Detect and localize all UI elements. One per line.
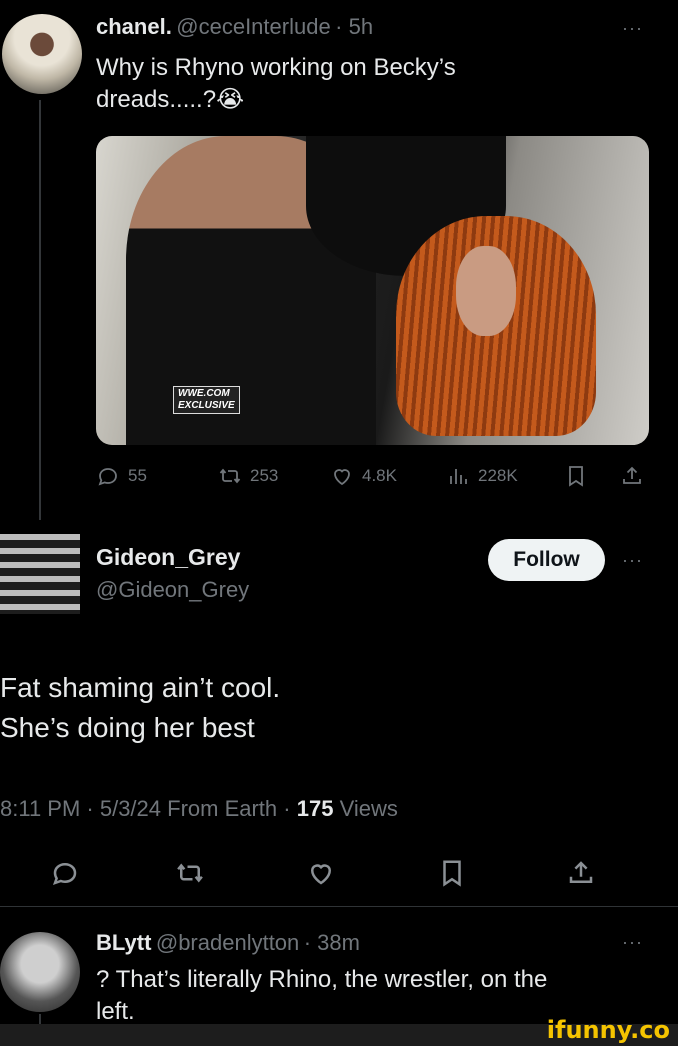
tweet2-meta-time: 8:11 PM · 5/3/24 From Earth · xyxy=(0,796,291,821)
tweet1-text: Why is Rhyno working on Becky’s dreads..… xyxy=(96,52,456,116)
tweet2-name[interactable]: Gideon_Grey xyxy=(96,544,249,571)
reply-icon xyxy=(52,862,77,886)
tweet2-meta: 8:11 PM · 5/3/24 From Earth · 175 Views xyxy=(0,796,398,822)
avatar-chanel[interactable] xyxy=(2,14,82,94)
tweet1-name[interactable]: chanel. xyxy=(96,14,172,39)
views-icon xyxy=(450,469,467,484)
tweet2-text-line2: She’s doing her best xyxy=(0,712,255,743)
tweet2-header: Gideon_Grey @Gideon_Grey xyxy=(96,544,249,603)
share-icon xyxy=(623,466,641,484)
bookmark-icon xyxy=(569,466,583,487)
tweet2-text: Fat shaming ain’t cool. She’s doing her … xyxy=(0,668,280,748)
follow-button[interactable]: Follow xyxy=(488,539,605,581)
tweet3-text-line1: ? That’s literally Rhino, the wrestler, … xyxy=(96,966,548,993)
tweet3-name[interactable]: BLytt xyxy=(96,930,151,955)
photo-badge: WWE.COM EXCLUSIVE xyxy=(173,386,240,414)
tweet2-more-button[interactable]: ··· xyxy=(622,550,643,571)
tweet1-photo[interactable]: WWE.COM EXCLUSIVE xyxy=(96,136,649,445)
tweet2-meta-views-count: 175 xyxy=(296,796,334,821)
like-icon xyxy=(310,864,332,885)
tweet1-reposts-count: 253 xyxy=(250,466,279,485)
avatar-gideon-grey[interactable] xyxy=(0,534,80,614)
tweet1-time[interactable]: · 5h xyxy=(335,14,373,39)
share-icon xyxy=(569,861,593,883)
photo-face xyxy=(456,246,516,336)
tweet1-handle[interactable]: @ceceInterlude xyxy=(176,14,330,39)
tweet2-bookmark-button[interactable] xyxy=(437,858,467,888)
tweet2-text-line1: Fat shaming ain’t cool. xyxy=(0,672,281,703)
tweet2-reply-button[interactable] xyxy=(50,858,80,888)
tweet1-repost-button[interactable]: 253 xyxy=(218,464,278,488)
reply-divider xyxy=(0,906,678,907)
tweet1-replies-count: 55 xyxy=(128,466,147,485)
tweet3-handle[interactable]: @bradenlytton xyxy=(156,930,299,955)
thread-line xyxy=(39,100,41,520)
like-icon xyxy=(334,469,350,486)
tweet2-handle[interactable]: @Gideon_Grey xyxy=(96,577,249,603)
tweet1-text-line2: dreads.....?😭 xyxy=(96,86,245,113)
photo-badge-line2: EXCLUSIVE xyxy=(178,400,235,411)
tweet2-like-button[interactable] xyxy=(306,858,336,888)
tweet3-time[interactable]: · 38m xyxy=(304,930,360,955)
tweet1-share-button[interactable] xyxy=(620,464,644,488)
ifunny-watermark: ifunny.co xyxy=(546,1016,670,1044)
tweet1-more-button[interactable]: ··· xyxy=(622,18,643,39)
tweet1-header: chanel. @ceceInterlude · 5h xyxy=(96,14,373,40)
tweet1-views-button[interactable]: 228K xyxy=(446,464,518,488)
tweet2-share-button[interactable] xyxy=(566,858,596,888)
reply-icon xyxy=(98,468,117,486)
tweet1-likes-count: 4.8K xyxy=(362,466,397,485)
avatar-blytt[interactable] xyxy=(0,932,80,1012)
tweet3-header: BLytt @bradenlytton · 38m xyxy=(96,930,360,956)
tweet1-like-button[interactable]: 4.8K xyxy=(330,464,397,488)
tweet3-more-button[interactable]: ··· xyxy=(622,932,643,953)
thread-line-reply xyxy=(39,1014,41,1024)
tweet1-views-count: 228K xyxy=(478,466,518,485)
tweet3-text: ? That’s literally Rhino, the wrestler, … xyxy=(96,964,547,1028)
tweet1-text-line1: Why is Rhyno working on Becky’s xyxy=(96,54,456,81)
tweet1-reply-button[interactable]: 55 xyxy=(96,464,147,488)
tweet2-repost-button[interactable] xyxy=(175,858,205,888)
tweet2-meta-views-label: Views xyxy=(339,796,398,821)
bookmark-icon xyxy=(443,860,461,887)
repost-icon xyxy=(177,863,203,883)
tweet1-bookmark-button[interactable] xyxy=(564,464,588,488)
photo-badge-line1: WWE.COM xyxy=(178,388,230,399)
repost-icon xyxy=(219,468,241,484)
